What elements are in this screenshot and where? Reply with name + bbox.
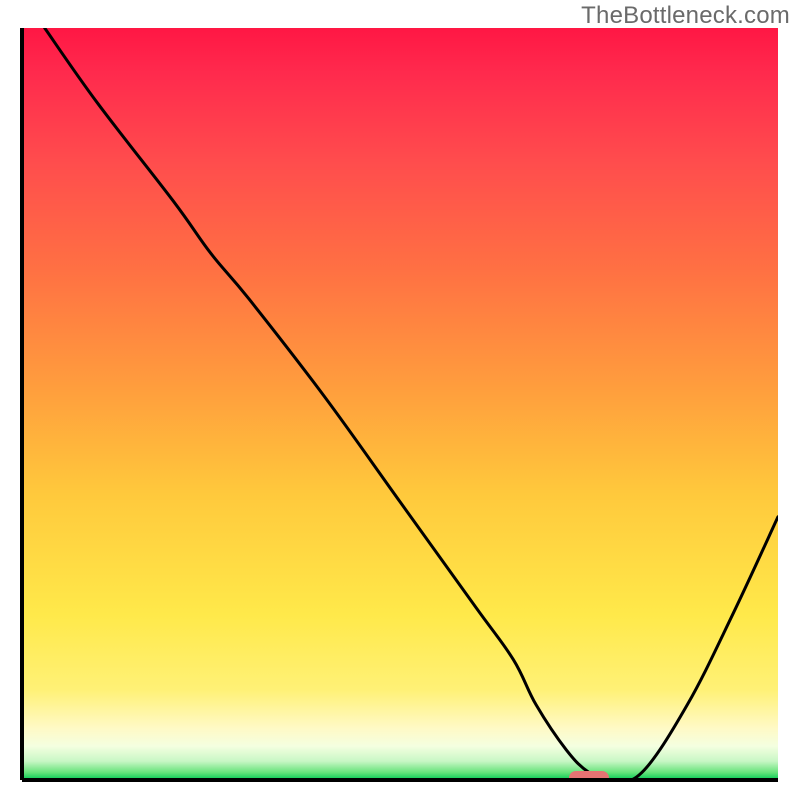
bottleneck-chart xyxy=(0,0,800,800)
chart-container: TheBottleneck.com xyxy=(0,0,800,800)
watermark-text: TheBottleneck.com xyxy=(581,2,790,30)
plot-background xyxy=(22,28,778,780)
